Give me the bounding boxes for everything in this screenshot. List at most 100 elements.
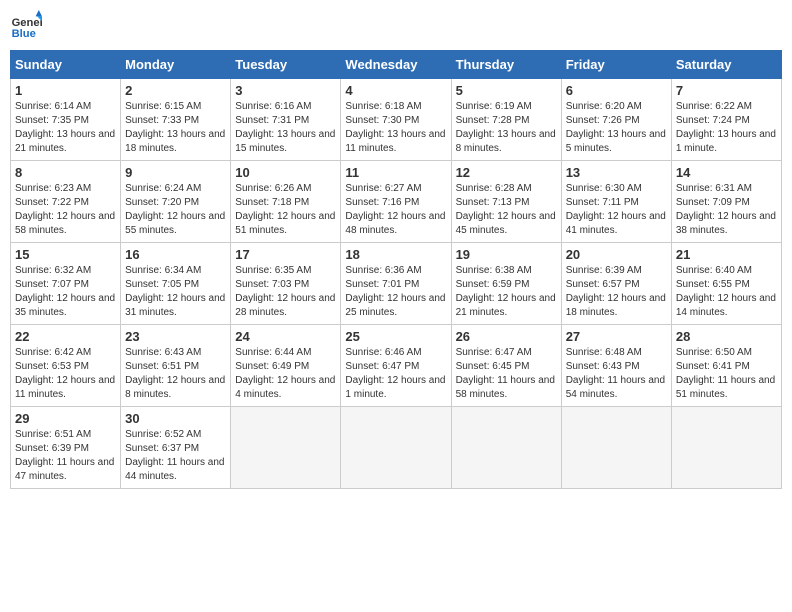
cell-content: Sunrise: 6:47 AMSunset: 6:45 PMDaylight:… (456, 347, 555, 400)
calendar-cell: 10 Sunrise: 6:26 AMSunset: 7:18 PMDaylig… (231, 161, 341, 243)
cell-content: Sunrise: 6:15 AMSunset: 7:33 PMDaylight:… (125, 101, 225, 154)
calendar-header-row: SundayMondayTuesdayWednesdayThursdayFrid… (11, 51, 782, 79)
svg-text:Blue: Blue (12, 28, 36, 40)
day-number: 20 (566, 247, 667, 262)
day-number: 21 (676, 247, 777, 262)
calendar-cell: 9 Sunrise: 6:24 AMSunset: 7:20 PMDayligh… (121, 161, 231, 243)
cell-content: Sunrise: 6:32 AMSunset: 7:07 PMDaylight:… (15, 265, 115, 318)
day-number: 15 (15, 247, 116, 262)
day-number: 24 (235, 329, 336, 344)
cell-content: Sunrise: 6:19 AMSunset: 7:28 PMDaylight:… (456, 101, 556, 154)
svg-text:General: General (12, 17, 42, 29)
day-number: 23 (125, 329, 226, 344)
day-number: 3 (235, 83, 336, 98)
header-thursday: Thursday (451, 51, 561, 79)
day-number: 17 (235, 247, 336, 262)
cell-content: Sunrise: 6:51 AMSunset: 6:39 PMDaylight:… (15, 429, 114, 482)
day-number: 9 (125, 165, 226, 180)
calendar-week-row: 22 Sunrise: 6:42 AMSunset: 6:53 PMDaylig… (11, 325, 782, 407)
header-saturday: Saturday (671, 51, 781, 79)
cell-content: Sunrise: 6:24 AMSunset: 7:20 PMDaylight:… (125, 183, 225, 236)
day-number: 22 (15, 329, 116, 344)
day-number: 13 (566, 165, 667, 180)
cell-content: Sunrise: 6:28 AMSunset: 7:13 PMDaylight:… (456, 183, 556, 236)
cell-content: Sunrise: 6:42 AMSunset: 6:53 PMDaylight:… (15, 347, 115, 400)
cell-content: Sunrise: 6:43 AMSunset: 6:51 PMDaylight:… (125, 347, 225, 400)
header-wednesday: Wednesday (341, 51, 451, 79)
cell-content: Sunrise: 6:23 AMSunset: 7:22 PMDaylight:… (15, 183, 115, 236)
calendar-cell (231, 407, 341, 489)
calendar-cell: 7 Sunrise: 6:22 AMSunset: 7:24 PMDayligh… (671, 79, 781, 161)
day-number: 25 (345, 329, 446, 344)
header-sunday: Sunday (11, 51, 121, 79)
cell-content: Sunrise: 6:44 AMSunset: 6:49 PMDaylight:… (235, 347, 335, 400)
day-number: 19 (456, 247, 557, 262)
calendar-cell: 22 Sunrise: 6:42 AMSunset: 6:53 PMDaylig… (11, 325, 121, 407)
calendar-week-row: 8 Sunrise: 6:23 AMSunset: 7:22 PMDayligh… (11, 161, 782, 243)
cell-content: Sunrise: 6:30 AMSunset: 7:11 PMDaylight:… (566, 183, 666, 236)
calendar-cell: 4 Sunrise: 6:18 AMSunset: 7:30 PMDayligh… (341, 79, 451, 161)
calendar-cell: 23 Sunrise: 6:43 AMSunset: 6:51 PMDaylig… (121, 325, 231, 407)
calendar-cell: 18 Sunrise: 6:36 AMSunset: 7:01 PMDaylig… (341, 243, 451, 325)
calendar-cell: 13 Sunrise: 6:30 AMSunset: 7:11 PMDaylig… (561, 161, 671, 243)
day-number: 27 (566, 329, 667, 344)
cell-content: Sunrise: 6:35 AMSunset: 7:03 PMDaylight:… (235, 265, 335, 318)
day-number: 16 (125, 247, 226, 262)
calendar-cell: 5 Sunrise: 6:19 AMSunset: 7:28 PMDayligh… (451, 79, 561, 161)
cell-content: Sunrise: 6:39 AMSunset: 6:57 PMDaylight:… (566, 265, 666, 318)
calendar-cell (671, 407, 781, 489)
calendar-week-row: 29 Sunrise: 6:51 AMSunset: 6:39 PMDaylig… (11, 407, 782, 489)
cell-content: Sunrise: 6:18 AMSunset: 7:30 PMDaylight:… (345, 101, 445, 154)
cell-content: Sunrise: 6:46 AMSunset: 6:47 PMDaylight:… (345, 347, 445, 400)
calendar-cell: 19 Sunrise: 6:38 AMSunset: 6:59 PMDaylig… (451, 243, 561, 325)
day-number: 26 (456, 329, 557, 344)
day-number: 2 (125, 83, 226, 98)
calendar-cell: 20 Sunrise: 6:39 AMSunset: 6:57 PMDaylig… (561, 243, 671, 325)
cell-content: Sunrise: 6:27 AMSunset: 7:16 PMDaylight:… (345, 183, 445, 236)
calendar-cell: 26 Sunrise: 6:47 AMSunset: 6:45 PMDaylig… (451, 325, 561, 407)
calendar-cell: 21 Sunrise: 6:40 AMSunset: 6:55 PMDaylig… (671, 243, 781, 325)
calendar-cell: 24 Sunrise: 6:44 AMSunset: 6:49 PMDaylig… (231, 325, 341, 407)
logo: General Blue (10, 10, 46, 42)
day-number: 28 (676, 329, 777, 344)
cell-content: Sunrise: 6:52 AMSunset: 6:37 PMDaylight:… (125, 429, 224, 482)
header-monday: Monday (121, 51, 231, 79)
day-number: 30 (125, 411, 226, 426)
calendar-cell: 6 Sunrise: 6:20 AMSunset: 7:26 PMDayligh… (561, 79, 671, 161)
calendar-cell: 15 Sunrise: 6:32 AMSunset: 7:07 PMDaylig… (11, 243, 121, 325)
logo-icon: General Blue (10, 10, 42, 42)
calendar-cell: 2 Sunrise: 6:15 AMSunset: 7:33 PMDayligh… (121, 79, 231, 161)
day-number: 12 (456, 165, 557, 180)
cell-content: Sunrise: 6:36 AMSunset: 7:01 PMDaylight:… (345, 265, 445, 318)
cell-content: Sunrise: 6:34 AMSunset: 7:05 PMDaylight:… (125, 265, 225, 318)
calendar-cell: 29 Sunrise: 6:51 AMSunset: 6:39 PMDaylig… (11, 407, 121, 489)
calendar-cell: 14 Sunrise: 6:31 AMSunset: 7:09 PMDaylig… (671, 161, 781, 243)
calendar-cell: 11 Sunrise: 6:27 AMSunset: 7:16 PMDaylig… (341, 161, 451, 243)
calendar-cell: 30 Sunrise: 6:52 AMSunset: 6:37 PMDaylig… (121, 407, 231, 489)
header: General Blue (10, 10, 782, 42)
day-number: 14 (676, 165, 777, 180)
cell-content: Sunrise: 6:20 AMSunset: 7:26 PMDaylight:… (566, 101, 666, 154)
cell-content: Sunrise: 6:48 AMSunset: 6:43 PMDaylight:… (566, 347, 665, 400)
calendar-cell: 3 Sunrise: 6:16 AMSunset: 7:31 PMDayligh… (231, 79, 341, 161)
day-number: 10 (235, 165, 336, 180)
day-number: 6 (566, 83, 667, 98)
day-number: 7 (676, 83, 777, 98)
day-number: 18 (345, 247, 446, 262)
day-number: 4 (345, 83, 446, 98)
cell-content: Sunrise: 6:50 AMSunset: 6:41 PMDaylight:… (676, 347, 775, 400)
cell-content: Sunrise: 6:14 AMSunset: 7:35 PMDaylight:… (15, 101, 115, 154)
cell-content: Sunrise: 6:16 AMSunset: 7:31 PMDaylight:… (235, 101, 335, 154)
cell-content: Sunrise: 6:38 AMSunset: 6:59 PMDaylight:… (456, 265, 556, 318)
cell-content: Sunrise: 6:40 AMSunset: 6:55 PMDaylight:… (676, 265, 776, 318)
calendar-cell (341, 407, 451, 489)
day-number: 11 (345, 165, 446, 180)
calendar-cell: 12 Sunrise: 6:28 AMSunset: 7:13 PMDaylig… (451, 161, 561, 243)
calendar-cell: 17 Sunrise: 6:35 AMSunset: 7:03 PMDaylig… (231, 243, 341, 325)
day-number: 1 (15, 83, 116, 98)
calendar-cell: 25 Sunrise: 6:46 AMSunset: 6:47 PMDaylig… (341, 325, 451, 407)
calendar-cell: 28 Sunrise: 6:50 AMSunset: 6:41 PMDaylig… (671, 325, 781, 407)
day-number: 29 (15, 411, 116, 426)
calendar-cell: 1 Sunrise: 6:14 AMSunset: 7:35 PMDayligh… (11, 79, 121, 161)
header-friday: Friday (561, 51, 671, 79)
